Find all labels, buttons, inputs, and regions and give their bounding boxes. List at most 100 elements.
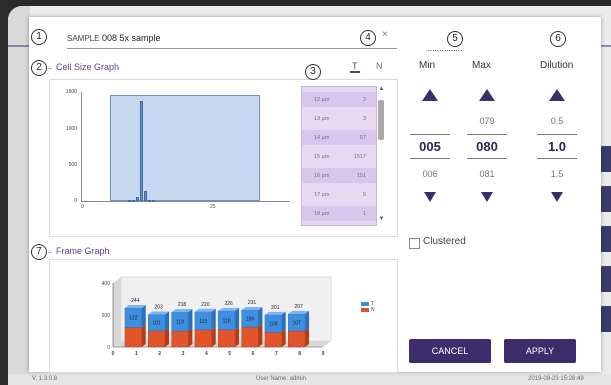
table-scrollbar[interactable]: ▲ ▼ [377,86,386,224]
tab-t[interactable]: T [350,61,360,73]
frame-bar-n-side [211,326,216,347]
frame-graph-title: Frame Graph [56,246,110,256]
x-tick-label: 9 [322,351,325,355]
callout-marker-6: 6 [550,31,566,47]
count-cell: 1517 [353,154,366,160]
sample-settings-dialog: 1 SAMPLE 008 5x sample × 4 T N 2 ·· Cell… [29,17,601,373]
x-tick-label: 25 [210,204,216,210]
histogram-bar [140,101,144,201]
selected-range-band [110,95,260,201]
frame-bar-t-label: 101 [152,321,161,327]
scroll-thumb[interactable] [378,100,384,140]
min-decrease-button[interactable] [424,192,436,202]
frame-bar-t-side [258,307,263,327]
frame-bar-t-label: 106 [246,317,255,323]
close-icon[interactable]: × [382,29,388,40]
table-row[interactable]: 18 µm 1 [302,206,376,221]
min-increase-button[interactable] [422,89,438,101]
y-tick-label: 400 [102,281,111,287]
x-tick-label: 8 [298,351,301,355]
y-tick-label: 0 [107,345,110,351]
frame-bar-t-side [305,310,310,331]
tab-n[interactable]: N [376,61,383,71]
dilution-prev-value: 0.5 [550,116,564,126]
frame-bar-t-side [235,307,240,330]
table-row[interactable]: 12 µm 2 [302,92,376,107]
frame-bar-total-label: 226 [224,301,233,307]
callout-dots: ⋯⋯⋯⋯⋯ [427,46,463,55]
dilution-label: Dilution [540,60,574,71]
frame-bar-t-label: 118 [223,318,231,324]
user-name-text: User Name: admin [256,376,307,382]
count-cell: 3 [362,116,366,122]
size-cell: 18 µm [314,211,330,217]
size-cell: 14 µm [314,135,330,141]
frame-bar-n-side [141,324,146,347]
legend-swatch-t [361,301,369,306]
y-tick-label: 200 [102,313,111,319]
frame-bar-total-label: 207 [294,304,303,310]
size-count-table: 12 µm 2 13 µm 3 14 µm 57 15 µm 1517 16 µm 151 17 µ… [301,86,377,226]
frame-bar-n [264,331,282,348]
picker-divider [410,134,450,135]
table-row[interactable]: 16 µm 151 [302,168,376,183]
table-row[interactable]: 17 µm 5 [302,187,376,202]
frame-graph-chart: 0 200 400 0 1 2 3 4 5 6 7 8 9 122 244 101 203 118 218 113 22… [102,276,332,355]
count-cell: 151 [356,173,366,179]
y-tick-label: 0 [74,198,77,204]
frame-bar-t-label: 108 [269,321,278,327]
clustered-checkbox[interactable] [409,238,420,249]
datetime-text: 2019-09-23 15:28:49 [528,376,584,382]
scroll-up-icon[interactable]: ▲ [377,86,386,92]
frame-bar-total-label: 203 [154,305,163,311]
count-cell: 2 [362,97,366,103]
min-label: Min [419,60,436,71]
frame-bar-t-side [141,304,146,328]
size-cell: 12 µm [314,97,330,103]
count-cell: 5 [362,192,366,198]
x-tick-label: 0 [81,204,84,210]
callout-marker-5: 5 [447,31,463,47]
callout-marker-4: 4 [360,30,376,46]
x-tick-label: 5 [228,351,231,355]
frame-bar-n-side [281,329,286,347]
frame-bar-t-side [165,311,170,331]
scroll-down-icon[interactable]: ▼ [377,216,386,222]
callout-dots: ·· [48,248,52,257]
histogram-bar [128,200,132,202]
frame-bar-total-label: 220 [201,302,210,308]
table-row[interactable]: 15 µm 1517 [302,149,376,164]
max-increase-button[interactable] [479,89,495,101]
frame-bar-total-label: 231 [248,300,257,306]
cell-size-plot [81,92,290,202]
table-row[interactable]: 13 µm 3 [302,111,376,126]
dilution-current-value[interactable]: 1.0 [537,139,577,154]
x-tick-label: 0 [112,351,115,355]
frame-bar-n-side [305,328,310,347]
dilution-decrease-button[interactable] [551,192,563,202]
x-tick-label: 2 [158,351,161,355]
frame-graph-side-wall [113,277,121,347]
sample-input-underline [67,48,397,49]
dilution-increase-button[interactable] [549,89,565,101]
max-decrease-button[interactable] [481,192,493,202]
count-cell: 1 [362,211,366,217]
callout-marker-7: 7 [31,244,47,260]
sample-name-input[interactable]: 008 5x sample [102,33,161,43]
cancel-button[interactable]: CANCEL [409,339,491,363]
max-current-value[interactable]: 080 [467,139,507,154]
frame-bar-t-label: 113 [199,319,207,325]
histogram-bar [152,200,156,202]
picker-divider [537,158,577,159]
picker-divider [410,158,450,159]
table-row[interactable]: 14 µm 57 [302,130,376,145]
callout-marker-3: 3 [305,64,321,80]
apply-button[interactable]: APPLY [504,339,576,363]
app-left-edge [8,6,30,385]
min-current-value[interactable]: 005 [410,139,450,154]
x-tick-label: 3 [182,351,185,355]
callout-marker-2: 2 [31,60,47,76]
frame-bar-n [288,330,306,348]
frame-bar-n [148,330,166,348]
frame-bar-total-label: 201 [271,305,280,311]
